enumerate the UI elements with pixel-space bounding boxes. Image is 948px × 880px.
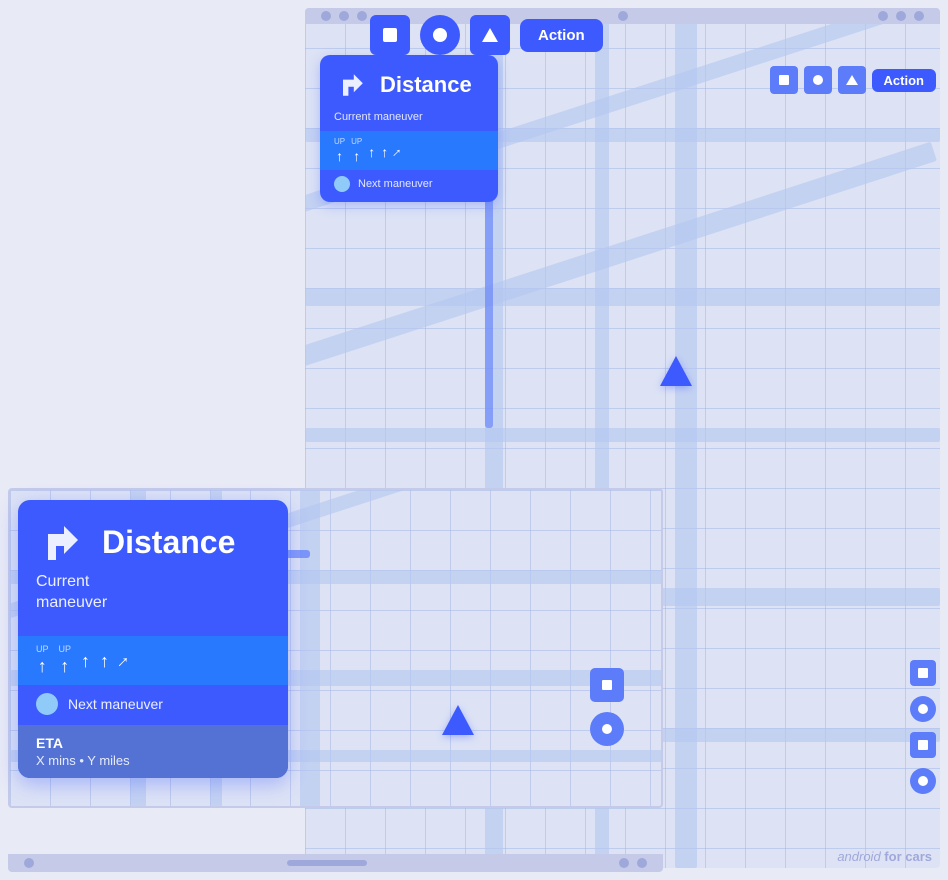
circle-icon — [918, 776, 928, 786]
lane-item: ↑ — [381, 142, 388, 160]
map-controls-bottom-small — [590, 668, 624, 746]
right-circle-btn-2[interactable] — [910, 768, 936, 794]
circle-icon — [918, 704, 928, 714]
lane-item: UP ↑ — [351, 137, 362, 164]
eta-label: ETA — [36, 735, 270, 751]
right-circle-btn-1[interactable] — [910, 696, 936, 722]
nav-distance-large: Distance — [380, 72, 472, 98]
lane-item: ↑ — [368, 142, 375, 160]
circle-icon-large — [813, 75, 823, 85]
nav-lanes-large: UP ↑ UP ↑ ↑ ↑ ↑ — [320, 131, 498, 170]
lane-item: UP ↑ — [59, 644, 72, 677]
circle-icon-bottom — [602, 724, 612, 734]
right-square-btn-2[interactable] — [910, 732, 936, 758]
sys-dot — [896, 11, 906, 21]
circle-button-small[interactable] — [420, 15, 460, 55]
sys-dot — [24, 858, 34, 868]
eta-value: X mins • Y miles — [36, 753, 270, 768]
watermark: android for cars — [837, 849, 932, 864]
lane-item: UP ↑ — [36, 644, 49, 677]
square-btn-bottom[interactable] — [590, 668, 624, 702]
circle-button-large[interactable] — [804, 66, 832, 94]
next-maneuver-dot-small — [36, 693, 58, 715]
next-maneuver-label-large: Next maneuver — [358, 178, 433, 190]
sys-dot — [339, 11, 349, 21]
square-icon-large — [779, 75, 789, 85]
lane-item: ↑ — [100, 649, 109, 672]
lane-item: UP ↑ — [334, 137, 345, 164]
right-square-btn-1[interactable] — [910, 660, 936, 686]
lane-item: ↑ — [81, 649, 90, 672]
triangle-icon-small — [482, 28, 498, 42]
triangle-button-large[interactable] — [838, 66, 866, 94]
nav-card-small: Distance Currentmaneuver UP ↑ UP ↑ ↑ ↑ ↑… — [18, 500, 288, 778]
square-icon-bottom — [602, 680, 612, 690]
sys-dot — [357, 11, 367, 21]
circle-icon-small — [433, 28, 447, 42]
sys-dot — [619, 858, 629, 868]
square-icon — [918, 668, 928, 678]
nav-card-large: Distance Current maneuver UP ↑ UP ↑ ↑ ↑ … — [320, 55, 498, 202]
nav-eta: ETA X mins • Y miles — [18, 725, 288, 778]
square-button-large[interactable] — [770, 66, 798, 94]
triangle-icon-large — [846, 75, 858, 85]
sys-dot — [618, 11, 628, 21]
square-icon — [918, 740, 928, 750]
turn-icon-small — [36, 516, 88, 568]
nav-lanes-small: UP ↑ UP ↑ ↑ ↑ ↑ — [18, 636, 288, 685]
square-icon-small — [383, 28, 397, 42]
bar-pill — [287, 860, 367, 866]
right-side-controls — [910, 660, 936, 794]
sys-dot — [321, 11, 331, 21]
action-button-large[interactable]: Action — [872, 69, 936, 92]
nav-maneuver-small: Currentmaneuver — [36, 572, 270, 614]
nav-next-large: Next maneuver — [320, 170, 498, 202]
nav-maneuver-large: Current maneuver — [320, 111, 498, 131]
map-controls-large: Action — [770, 66, 936, 94]
sys-dot — [637, 858, 647, 868]
nav-next-small: Next maneuver — [18, 685, 288, 725]
next-maneuver-label-small: Next maneuver — [68, 696, 163, 712]
sys-dot — [914, 11, 924, 21]
next-maneuver-dot-large — [334, 176, 350, 192]
nav-distance-small: Distance — [102, 524, 235, 561]
map-controls-small: Action — [370, 15, 603, 55]
sys-dot — [878, 11, 888, 21]
circle-btn-bottom[interactable] — [590, 712, 624, 746]
lane-item: ↑ — [119, 649, 128, 672]
system-bar-bottom-small — [8, 854, 663, 872]
action-button-small[interactable]: Action — [520, 19, 603, 52]
triangle-button-small[interactable] — [470, 15, 510, 55]
lane-item: ↑ — [394, 142, 401, 160]
turn-icon-large — [334, 67, 370, 103]
square-button-small[interactable] — [370, 15, 410, 55]
